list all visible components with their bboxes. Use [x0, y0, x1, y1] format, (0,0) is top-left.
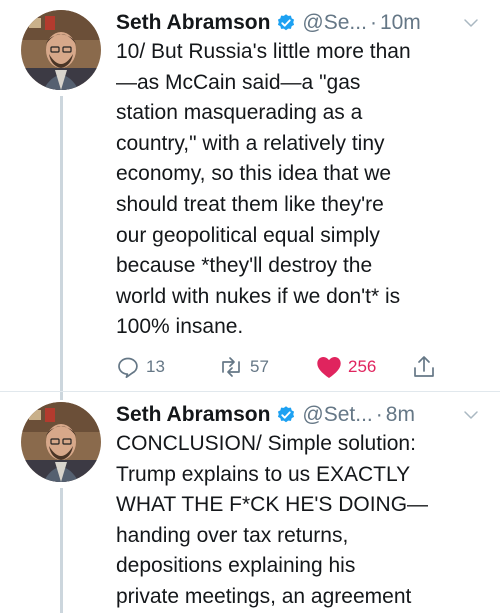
avatar[interactable] [21, 10, 101, 90]
avatar-image [21, 10, 101, 90]
tweet-header: Seth Abramson @Set... · 8m [116, 398, 480, 432]
verified-badge-icon [278, 406, 295, 423]
avatar-image [21, 402, 101, 482]
reply-count: 13 [146, 357, 165, 376]
reply-button[interactable]: 13 [116, 350, 165, 384]
chevron-down-icon[interactable] [462, 14, 480, 32]
display-name[interactable]: Seth Abramson [116, 403, 270, 427]
tweet[interactable]: Seth Abramson @Set... · 8m CONCLUSION/ S… [0, 392, 500, 613]
tweet-text: 10/ But Russia's little more than —as Mc… [116, 40, 411, 339]
handle: @Set... [302, 403, 373, 426]
display-name[interactable]: Seth Abramson [116, 11, 270, 35]
timestamp[interactable]: 10m [380, 11, 421, 35]
tweet-text: CONCLUSION/ Simple solution: Trump expla… [116, 432, 429, 608]
tweet-actions: 13 57 256 [116, 350, 456, 384]
chevron-down-icon[interactable] [462, 406, 480, 424]
heart-icon [317, 357, 341, 379]
thread-line [60, 488, 63, 613]
tweet-header: Seth Abramson @Se... · 10m [116, 6, 480, 40]
share-button[interactable] [412, 350, 442, 384]
reply-icon [118, 357, 138, 379]
like-count: 256 [348, 357, 377, 376]
thread-line [60, 392, 63, 400]
tweet[interactable]: Seth Abramson @Se... · 10m 10/ But Russi… [0, 0, 500, 392]
handle: @Se... [302, 11, 367, 34]
separator: · [375, 403, 383, 426]
separator: · [369, 11, 377, 34]
retweet-icon [222, 357, 240, 377]
share-icon [414, 356, 434, 377]
retweet-count: 57 [250, 357, 269, 376]
avatar[interactable] [21, 402, 101, 482]
timestamp[interactable]: 8m [386, 403, 415, 427]
thread-line [60, 96, 63, 392]
retweet-button[interactable]: 57 [218, 350, 269, 384]
verified-badge-icon [278, 14, 295, 31]
like-button[interactable]: 256 [316, 350, 376, 384]
